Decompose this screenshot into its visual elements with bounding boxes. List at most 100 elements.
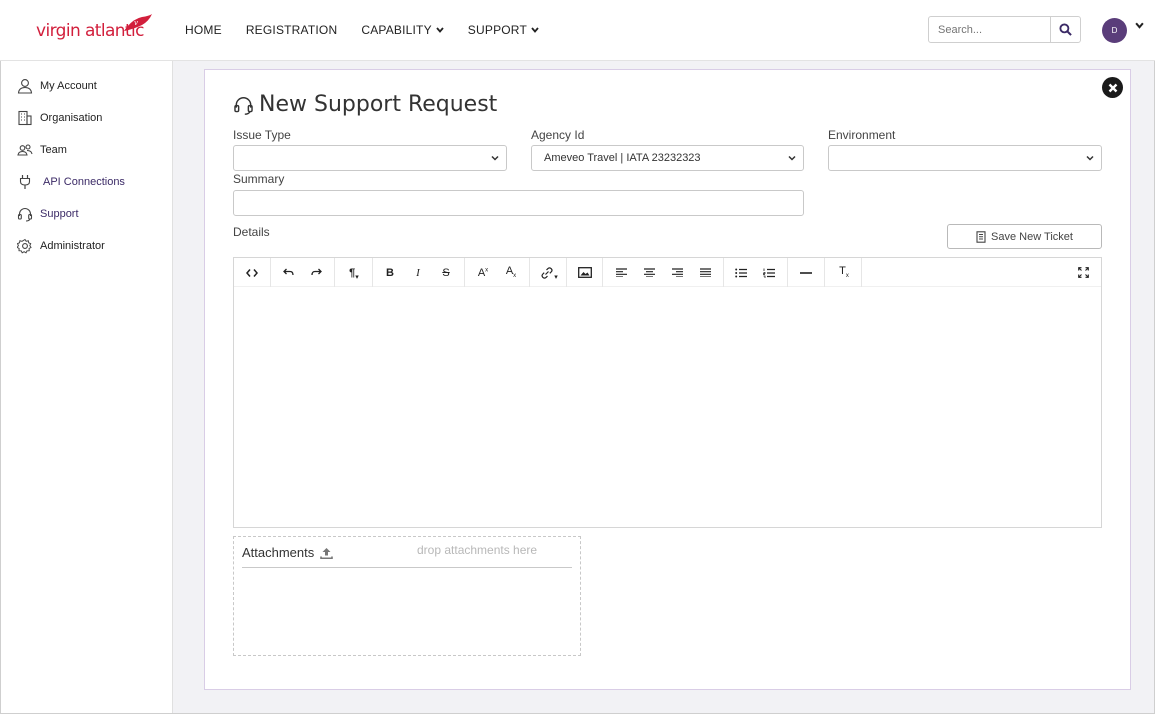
- nav-registration[interactable]: REGISTRATION: [246, 23, 338, 37]
- toolbar-divider: [334, 258, 335, 287]
- nav-capability-label: CAPABILITY: [361, 23, 432, 37]
- nav-registration-label: REGISTRATION: [245, 23, 338, 37]
- user-icon: [16, 77, 34, 95]
- plug-icon: [16, 173, 34, 191]
- image-button[interactable]: [571, 258, 599, 287]
- chevron-down-icon: [1086, 155, 1094, 161]
- agency-id-label: Agency Id: [531, 128, 585, 142]
- agency-id-value: Ameveo Travel | IATA 23232323: [544, 152, 701, 164]
- link-icon: [541, 266, 553, 279]
- toolbar-divider: [602, 258, 603, 287]
- building-icon: [16, 109, 34, 127]
- superscript-icon: Ax: [478, 267, 488, 279]
- align-justify-button[interactable]: [692, 258, 718, 287]
- gear-icon: [16, 237, 34, 255]
- paragraph-button[interactable]: ¶ ▾: [338, 258, 370, 287]
- editor-toolbar: ¶ ▾ B I S Ax Ax ▾ Tx: [234, 258, 1101, 287]
- chevron-down-icon: [788, 155, 796, 161]
- virgin-atlantic-logo[interactable]: virgin atlantic v: [36, 13, 156, 45]
- toolbar-divider: [464, 258, 465, 287]
- superscript-button[interactable]: Ax: [470, 258, 496, 287]
- superscript-mark: x: [485, 266, 489, 273]
- agency-id-select[interactable]: Ameveo Travel | IATA 23232323: [531, 145, 804, 171]
- horizontal-rule-button[interactable]: [792, 258, 820, 287]
- headset-icon: [233, 94, 254, 116]
- avatar-initial: D: [1111, 26, 1118, 35]
- strikethrough-icon: S: [442, 266, 450, 279]
- horizontal-rule-icon: [800, 271, 812, 274]
- bold-button[interactable]: B: [377, 258, 403, 287]
- team-icon: [16, 141, 34, 159]
- chevron-down-icon: [436, 27, 444, 33]
- attachments-drop-hint: drop attachments here: [417, 543, 538, 557]
- sidebar-item-api-connections[interactable]: API Connections: [16, 173, 125, 191]
- sidebar-item-support[interactable]: Support: [16, 205, 79, 223]
- redo-icon: [310, 268, 322, 276]
- search-box: [928, 16, 1081, 43]
- sidebar-item-administrator[interactable]: Administrator: [16, 237, 105, 255]
- link-button[interactable]: ▾: [534, 258, 564, 287]
- align-center-button[interactable]: [636, 258, 662, 287]
- sidebar-item-my-account[interactable]: My Account: [16, 77, 97, 95]
- toolbar-divider: [787, 258, 788, 287]
- attachments-title-text: Attachments: [242, 545, 315, 560]
- toolbar-divider: [723, 258, 724, 287]
- details-editor[interactable]: ¶ ▾ B I S Ax Ax ▾ Tx: [233, 257, 1102, 528]
- sidebar-item-organisation[interactable]: Organisation: [16, 109, 102, 127]
- subscript-mark: x: [513, 273, 517, 280]
- fullscreen-button[interactable]: [1070, 258, 1096, 287]
- align-left-button[interactable]: [608, 258, 634, 287]
- page-title: New Support Request: [233, 92, 497, 117]
- align-right-button[interactable]: [664, 258, 690, 287]
- sidebar-item-label: Team: [40, 144, 67, 156]
- issue-type-label: Issue Type: [233, 128, 291, 142]
- sidebar: My Account Organisation Team API Connect…: [1, 61, 173, 713]
- svg-text:v: v: [134, 19, 138, 27]
- search-button[interactable]: [1050, 17, 1080, 42]
- details-label: Details: [233, 225, 270, 239]
- italic-button[interactable]: I: [405, 258, 431, 287]
- headset-icon: [16, 205, 34, 223]
- toolbar-divider: [372, 258, 373, 287]
- avatar[interactable]: D: [1102, 18, 1127, 43]
- environment-label: Environment: [828, 128, 896, 142]
- subscript-icon: Ax: [506, 265, 516, 279]
- attachments-title: Attachments: [242, 545, 334, 560]
- main-nav: HOME REGISTRATION CAPABILITY SUPPORT: [185, 0, 563, 60]
- align-left-icon: [615, 268, 627, 277]
- summary-input[interactable]: [233, 190, 804, 216]
- align-center-icon: [643, 268, 655, 277]
- issue-type-select[interactable]: [233, 145, 507, 171]
- top-navbar: virgin atlantic v HOME REGISTRATION CAPA…: [0, 0, 1155, 61]
- italic-icon: I: [416, 266, 420, 279]
- nav-capability[interactable]: CAPABILITY: [361, 23, 444, 37]
- nav-support[interactable]: SUPPORT: [468, 23, 539, 37]
- sidebar-item-label: API Connections: [43, 176, 125, 188]
- close-button[interactable]: [1102, 77, 1123, 98]
- numbered-list-button[interactable]: [756, 258, 782, 287]
- subscript-button[interactable]: Ax: [498, 258, 524, 287]
- strikethrough-button[interactable]: S: [433, 258, 459, 287]
- chevron-down-icon[interactable]: [1135, 22, 1144, 29]
- search-input[interactable]: [929, 17, 1050, 42]
- toolbar-divider: [270, 258, 271, 287]
- attachments-dropzone[interactable]: Attachments drop attachments here: [233, 536, 581, 656]
- bullet-list-button[interactable]: [728, 258, 754, 287]
- undo-button[interactable]: [275, 258, 301, 287]
- undo-icon: [282, 268, 294, 276]
- code-view-button[interactable]: [234, 258, 270, 287]
- image-icon: [578, 267, 592, 278]
- save-new-ticket-button[interactable]: Save New Ticket: [947, 224, 1102, 249]
- sidebar-item-team[interactable]: Team: [16, 141, 67, 159]
- toolbar-divider: [861, 258, 862, 287]
- upload-icon[interactable]: [320, 547, 334, 559]
- document-icon: [976, 230, 986, 243]
- clear-format-button[interactable]: Tx: [830, 258, 858, 287]
- environment-select[interactable]: [828, 145, 1102, 171]
- toolbar-divider: [566, 258, 567, 287]
- numbered-list-icon: [763, 268, 775, 278]
- nav-home[interactable]: HOME: [185, 23, 222, 37]
- attachments-divider: [242, 567, 572, 568]
- redo-button[interactable]: [303, 258, 329, 287]
- chevron-down-icon: [531, 27, 539, 33]
